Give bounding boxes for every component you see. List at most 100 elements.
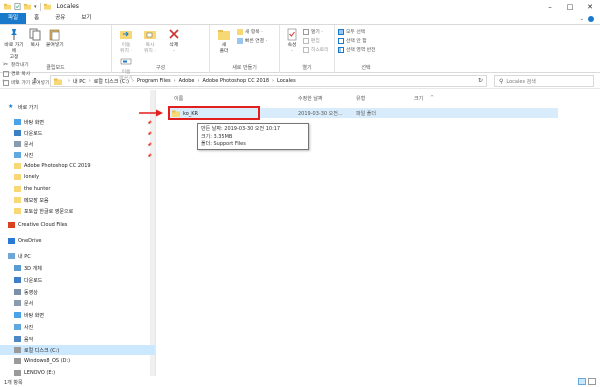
open-button[interactable]: 열기 · [302,28,329,35]
folder-icon [43,3,51,10]
title-bar: ▾ Locales – □ ✕ [0,0,600,13]
open-group: 속성 · 열기 · 편집 히스토리 열기 [280,25,335,73]
forward-button[interactable]: → [10,77,20,85]
sidebar-item[interactable]: Adobe Photoshop CC 2019 [0,161,155,171]
maximize-button[interactable]: □ [560,0,580,13]
history-button[interactable]: 히스토리 [302,46,329,53]
tab-file[interactable]: 파일 [0,13,27,24]
properties-icon[interactable] [14,3,21,10]
sidebar-item[interactable]: Creative Cloud Files [0,220,155,230]
properties-button[interactable]: 속성 · [283,28,301,55]
new-item-button[interactable]: 새 항목 · [236,28,267,35]
breadcrumb-item[interactable]: 로컬 디스크 (C:) [94,78,129,85]
pictures-icon [14,324,21,330]
copy-to-button[interactable]: 복사 위치 · [139,28,161,55]
video-icon [14,289,21,295]
edit-button[interactable]: 편집 [302,37,329,44]
breadcrumb-separator: › [173,78,176,84]
column-header-type[interactable]: 유형 [356,95,365,102]
recent-locations-button[interactable]: ⌄ [20,78,30,84]
sidebar-item[interactable]: lonely [0,172,155,182]
paste-button[interactable]: 붙여넣기 [45,28,65,49]
up-button[interactable]: ↑ [30,77,40,85]
sidebar-item[interactable]: OneDrive [0,236,155,246]
search-icon: ⚲ [499,77,504,85]
sidebar-item[interactable]: 바탕 화면 [0,310,155,320]
document-icon [14,141,21,147]
breadcrumb[interactable]: › 내 PC › 로컬 디스크 (C:) › Program Files › Adob… [50,75,487,87]
clipboard-group: 바로 가기에 고정 복사 붙여넣기 ✂ 잘라내기 경로 복사 바로 가기 붙여넣기… [0,25,112,86]
select-all-button[interactable]: 모두 선택 [338,28,376,35]
minimize-button[interactable]: – [540,0,560,13]
column-header-size[interactable]: 크기 [414,95,423,102]
sidebar-item[interactable]: 사진 📌 [0,150,155,160]
status-bar: 1개 항목 [0,377,600,387]
easy-access-label: 빠른 연결 · [244,39,268,44]
sidebar-item[interactable]: ★ 바로 가기 [0,102,155,112]
sidebar-item[interactable]: 음악 [0,334,155,344]
sidebar-item-label: 내 PC [18,253,31,260]
breadcrumb-item[interactable]: Adobe [179,78,195,84]
search-input[interactable]: ⚲ Locales 검색 [494,75,594,87]
qa-dropdown-icon[interactable]: ▾ [34,4,37,10]
back-button[interactable]: ← [0,77,10,85]
expand-ribbon-icon[interactable]: ⌄ [580,16,584,22]
sidebar-item-label: 포토샵 한글로 영문으로 [24,208,74,215]
sidebar-item[interactable]: 문서 📌 [0,139,155,149]
quick-access-toolbar: ▾ [0,2,51,11]
ribbon: 바로 가기에 고정 복사 붙여넣기 ✂ 잘라내기 경로 복사 바로 가기 붙여넣기… [0,25,600,86]
sidebar-item[interactable]: 메모장 모음 [0,195,155,205]
breadcrumb-item[interactable]: Locales [277,78,296,84]
view-buttons [578,378,596,385]
close-button[interactable]: ✕ [580,0,600,13]
breadcrumb-separator: › [88,78,91,84]
download-icon [14,277,21,283]
select-group: 모두 선택 선택 안 함 선택 영역 반전 선택 [335,25,397,73]
breadcrumb-item[interactable]: Adobe Photoshop CC 2018 [202,78,269,84]
sidebar-item[interactable]: 문서 [0,298,155,308]
large-icons-view-button[interactable] [588,378,596,385]
easy-access-button[interactable]: 빠른 연결 · [236,37,268,44]
delete-button[interactable]: 삭제 · [163,28,185,55]
folder-icon [14,208,21,214]
help-icon[interactable] [588,15,594,22]
sidebar-item[interactable]: 바탕 화면 📌 [0,117,155,127]
sidebar-item[interactable]: 내 PC [0,251,155,261]
breadcrumb-item[interactable]: Program Files [137,78,171,84]
sidebar-item[interactable]: LENOVO (E:) [0,368,155,376]
tab-share[interactable]: 공유 [47,13,73,24]
column-header-name[interactable]: 이름 [174,95,183,102]
new-folder-button[interactable]: 새 폴더 [213,28,235,55]
history-label: 히스토리 [310,48,329,53]
pin-quick-access-button[interactable]: 바로 가기에 고정 [3,28,25,61]
pin-icon: 📌 [147,141,152,147]
breadcrumb-separator: › [131,78,134,84]
column-header-date[interactable]: 수정한 날짜 [298,95,323,102]
new-folder-icon[interactable] [24,3,31,10]
sidebar-item[interactable]: 로컬 디스크 (C:) [0,345,155,355]
column-headers: ^ 이름 수정한 날짜 유형 크기 [170,93,590,103]
sidebar-item[interactable]: 다운로드 [0,275,155,285]
copy-button[interactable]: 복사 [27,28,43,49]
sidebar-item[interactable]: 포토샵 한글로 영문으로 [0,206,155,216]
select-none-button[interactable]: 선택 안 함 [338,37,376,44]
copy-to-icon [143,31,156,39]
refresh-icon[interactable]: ↻ [478,77,483,84]
new-small-buttons: 새 항목 · 빠른 연결 · [236,28,268,44]
sidebar-item[interactable]: the hunter [0,184,155,194]
file-date: 2019-03-30 오전... [298,111,343,117]
sidebar-item[interactable]: 사진 [0,322,155,332]
open-small-buttons: 열기 · 편집 히스토리 [302,28,329,53]
sidebar-item[interactable]: 3D 개체 [0,263,155,273]
select-all-icon [338,28,344,35]
sidebar-item[interactable]: 다운로드 📌 [0,128,155,138]
breadcrumb-item[interactable]: 내 PC [73,78,86,85]
invert-selection-button[interactable]: 선택 영역 반전 [338,46,376,53]
sidebar-item[interactable]: 동영상 [0,287,155,297]
sidebar-item[interactable]: Windows8_OS (D:) [0,356,155,366]
sidebar-item-label: 동영상 [24,289,38,296]
move-to-button[interactable]: 이동 위치 · [115,28,137,55]
tab-home[interactable]: 홈 [26,13,47,24]
tab-view[interactable]: 보기 [73,13,99,24]
details-view-button[interactable] [578,378,586,385]
